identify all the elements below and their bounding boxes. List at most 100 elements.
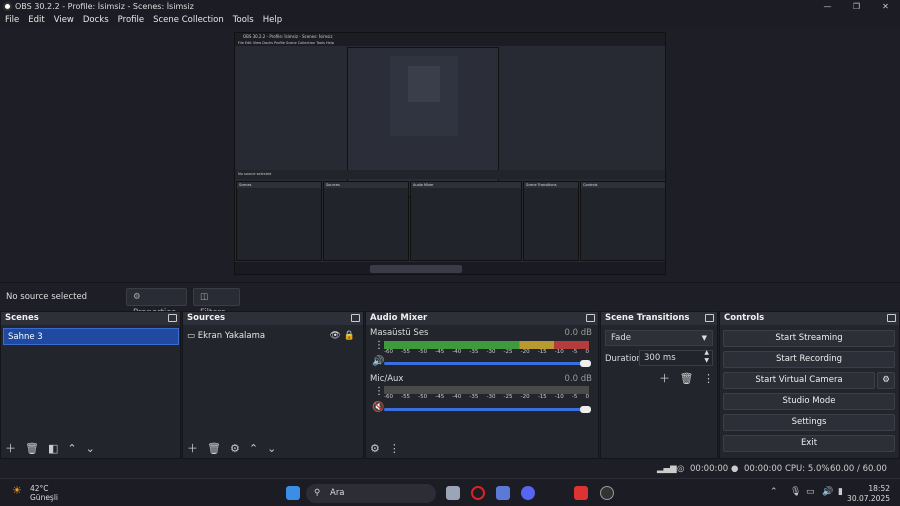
more-icon[interactable]: ⋮ bbox=[374, 386, 384, 397]
trash-icon[interactable]: 🗑 bbox=[207, 440, 221, 458]
transitions-title: Scene Transitions bbox=[605, 313, 690, 323]
minimize-button[interactable]: — bbox=[813, 0, 842, 13]
preview-nested-window-2 bbox=[390, 56, 458, 136]
menu-file[interactable]: File bbox=[5, 13, 19, 28]
cpu-usage: CPU: 5.0% bbox=[785, 464, 830, 474]
down-arrow-icon[interactable]: ⌄ bbox=[267, 440, 276, 458]
gear-icon[interactable]: ⚙ bbox=[370, 440, 380, 458]
lock-icon[interactable]: 🔒 bbox=[344, 331, 355, 341]
channel-name: Mic/Aux bbox=[370, 374, 404, 384]
float-dock-icon[interactable] bbox=[351, 314, 360, 322]
preview-canvas[interactable]: OBS 30.2.2 - Profile: İsimsiz - Scenes: … bbox=[234, 32, 666, 275]
channel-db: 0.0 dB bbox=[564, 374, 592, 384]
meter-scale-mic: -60 -55 -50 -45 -40 -35 -30 -25 -20 -15 -10 -5 0 bbox=[384, 394, 589, 400]
preview-dock-scenes: Scenes bbox=[236, 181, 322, 261]
trash-icon[interactable]: 🗑 bbox=[680, 372, 694, 385]
window-title: OBS 30.2.2 - Profile: İsimsiz - Scenes: … bbox=[15, 2, 194, 11]
stream-time: 00:00:00 bbox=[690, 464, 729, 474]
speaker-icon[interactable]: 🔊 bbox=[372, 356, 384, 367]
stepper-icon[interactable]: ▲ ▼ bbox=[704, 349, 709, 365]
discord-icon[interactable] bbox=[521, 486, 535, 500]
volume-slider-mic[interactable] bbox=[384, 406, 591, 413]
mic-muted-icon[interactable]: 🔇 bbox=[372, 402, 384, 413]
virtual-camera-settings-button[interactable]: ⚙ bbox=[877, 372, 895, 389]
meter-scale-desktop: -60 -55 -50 -45 -40 -35 -30 -25 -20 -15 -10 -5 0 bbox=[384, 349, 589, 355]
add-icon[interactable]: ＋ bbox=[187, 440, 198, 458]
menu-docks[interactable]: Docks bbox=[83, 13, 109, 28]
microphone-icon[interactable]: 🎙 bbox=[790, 487, 801, 497]
volume-meter-desktop bbox=[384, 341, 589, 349]
record-icon: ● bbox=[731, 464, 739, 474]
menu-view[interactable]: View bbox=[54, 13, 74, 28]
start-streaming-button[interactable]: Start Streaming bbox=[723, 330, 895, 347]
down-arrow-icon[interactable]: ⌄ bbox=[86, 440, 95, 458]
filters-button[interactable]: ◫ Filters bbox=[193, 288, 240, 318]
snipping-tool-icon[interactable] bbox=[496, 486, 510, 500]
volume-slider-desktop[interactable] bbox=[384, 360, 591, 367]
taskbar-search[interactable]: ⚲ Ara bbox=[306, 484, 436, 503]
file-explorer-icon[interactable] bbox=[446, 486, 460, 500]
more-icon[interactable]: ⋮ bbox=[389, 440, 400, 458]
channel-name: Masaüstü Ses bbox=[370, 328, 429, 338]
eye-icon[interactable]: 👁 bbox=[329, 331, 340, 341]
menu-help[interactable]: Help bbox=[263, 13, 282, 28]
more-icon[interactable]: ⋮ bbox=[374, 340, 384, 351]
scene-filter-icon[interactable]: ◧ bbox=[48, 440, 58, 458]
audio-mixer-dock: Audio Mixer Masaüstü Ses 0.0 dB ⋮ -60 -55… bbox=[365, 311, 599, 459]
windows-start-icon[interactable] bbox=[286, 486, 300, 500]
obs-taskbar-icon[interactable] bbox=[600, 486, 614, 500]
menu-edit[interactable]: Edit bbox=[28, 13, 44, 28]
menu-tools[interactable]: Tools bbox=[233, 13, 254, 28]
windows-taskbar: ☀ 42°C Güneşli ⚲ Ara ⌃ 🎙 ▭ 🔊 ▮ 18:52 30.07… bbox=[0, 478, 900, 506]
maximize-button[interactable]: ❐ bbox=[842, 0, 871, 13]
opera-icon[interactable] bbox=[471, 486, 485, 500]
gear-icon: ⚙ bbox=[133, 292, 141, 302]
preview-dock-sources: Sources bbox=[323, 181, 409, 261]
settings-button[interactable]: Settings bbox=[723, 414, 895, 431]
up-arrow-icon[interactable]: ⌃ bbox=[249, 440, 258, 458]
preview-dock-controls: Controls bbox=[580, 181, 665, 261]
studio-mode-button[interactable]: Studio Mode bbox=[723, 393, 895, 410]
obs-window: OBS 30.2.2 - Profile: İsimsiz - Scenes: … bbox=[0, 0, 900, 506]
preview-no-source: No source selected bbox=[235, 170, 665, 179]
float-dock-icon[interactable] bbox=[586, 314, 595, 322]
float-dock-icon[interactable] bbox=[887, 314, 896, 322]
up-arrow-icon[interactable]: ⌃ bbox=[67, 440, 76, 458]
properties-button[interactable]: ⚙ Properties bbox=[126, 288, 187, 318]
close-button[interactable]: ✕ bbox=[871, 0, 900, 13]
add-icon[interactable]: ＋ bbox=[659, 372, 670, 385]
start-recording-button[interactable]: Start Recording bbox=[723, 351, 895, 368]
scene-item[interactable]: Sahne 3 bbox=[3, 328, 179, 345]
exit-button[interactable]: Exit bbox=[723, 435, 895, 452]
menu-scene-collection[interactable]: Scene Collection bbox=[153, 13, 224, 28]
mixer-channel-desktop: Masaüstü Ses 0.0 dB bbox=[370, 328, 592, 338]
more-icon[interactable]: ⋮ bbox=[703, 372, 714, 385]
start-virtual-camera-button[interactable]: Start Virtual Camera bbox=[723, 372, 875, 389]
status-bar: ▂▄▆ ◎ 00:00:00 ● 00:00:00 CPU: 5.0% 60.0… bbox=[0, 460, 900, 492]
volume-meter-mic bbox=[384, 386, 589, 394]
float-dock-icon[interactable] bbox=[705, 314, 714, 322]
volume-icon[interactable]: 🔊 bbox=[822, 487, 833, 497]
preview-taskbar bbox=[235, 262, 665, 274]
preview-menu: File Edit View Docks Profile Scene Colle… bbox=[235, 40, 665, 46]
transition-select[interactable]: Fade ▼ bbox=[605, 330, 713, 346]
duration-input[interactable]: 300 ms ▲ ▼ bbox=[639, 349, 713, 366]
mixer-title: Audio Mixer bbox=[370, 313, 428, 323]
monitor-icon: ▭ bbox=[187, 331, 196, 341]
gear-icon: ⚙ bbox=[882, 375, 890, 385]
battery-icon[interactable]: ▮ bbox=[838, 487, 843, 497]
scenes-dock: Scenes Sahne 3 ＋ 🗑 ◧ ⌃ ⌄ bbox=[0, 311, 181, 459]
menu-profile[interactable]: Profile bbox=[118, 13, 144, 28]
float-dock-icon[interactable] bbox=[168, 314, 177, 322]
trash-icon[interactable]: 🗑 bbox=[25, 440, 39, 458]
brave-icon[interactable] bbox=[574, 486, 588, 500]
monitor-icon[interactable]: ▭ bbox=[806, 487, 815, 497]
taskbar-clock[interactable]: 18:52 30.07.2025 bbox=[847, 484, 890, 504]
tray-chevron-icon[interactable]: ⌃ bbox=[770, 487, 778, 497]
title-bar: OBS 30.2.2 - Profile: İsimsiz - Scenes: … bbox=[0, 0, 900, 13]
channel-db: 0.0 dB bbox=[564, 328, 592, 338]
weather-widget[interactable]: ☀ 42°C Güneşli bbox=[12, 484, 58, 502]
source-item[interactable]: ▭ Ekran Yakalama bbox=[187, 331, 265, 341]
gear-icon[interactable]: ⚙ bbox=[230, 440, 240, 458]
add-icon[interactable]: ＋ bbox=[5, 440, 16, 458]
